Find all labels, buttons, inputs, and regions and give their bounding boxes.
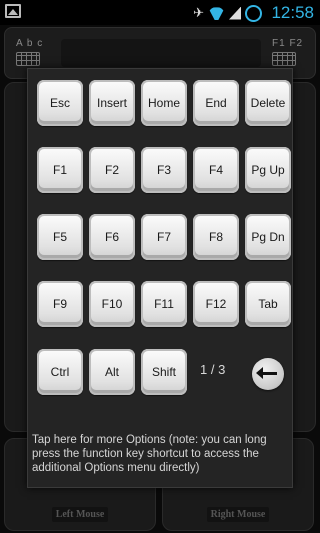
key-f6[interactable]: F6 — [89, 214, 135, 260]
left-mouse-label: Left Mouse — [51, 507, 109, 522]
key-f2[interactable]: F2 — [89, 147, 135, 193]
clock: 12:58 — [271, 3, 314, 22]
key-f8[interactable]: F8 — [193, 214, 239, 260]
back-arrow-icon — [256, 367, 277, 379]
mute-icon: ✈ — [193, 5, 204, 20]
page-indicator: 1 / 3 — [200, 362, 226, 377]
status-bar: ✈ 12:58 — [0, 0, 320, 25]
sync-ring-icon — [245, 4, 262, 22]
key-f10[interactable]: F10 — [89, 281, 135, 327]
key-f11[interactable]: F11 — [141, 281, 187, 327]
key-ctrl[interactable]: Ctrl — [37, 349, 83, 395]
key-insert[interactable]: Insert — [89, 80, 135, 126]
keyboard-icon — [16, 52, 40, 66]
key-home[interactable]: Home — [141, 80, 187, 126]
keyboard-toggle-label: A b c — [16, 38, 44, 49]
key-esc[interactable]: Esc — [37, 80, 83, 126]
key-tab[interactable]: Tab — [245, 281, 291, 327]
key-pg-up[interactable]: Pg Up — [245, 147, 291, 193]
key-pg-dn[interactable]: Pg Dn — [245, 214, 291, 260]
function-keys-button[interactable]: F1 F2 — [272, 38, 304, 70]
key-f12[interactable]: F12 — [193, 281, 239, 327]
key-f4[interactable]: F4 — [193, 147, 239, 193]
key-f3[interactable]: F3 — [141, 147, 187, 193]
key-end[interactable]: End — [193, 80, 239, 126]
key-shift[interactable]: Shift — [141, 349, 187, 395]
more-options-link[interactable]: Tap here for more Options (note: you can… — [32, 433, 290, 475]
text-input-bar[interactable] — [61, 39, 261, 67]
status-icons: ✈ — [193, 4, 262, 22]
keyboard-toggle-button[interactable]: A b c — [16, 38, 48, 70]
key-f5[interactable]: F5 — [37, 214, 83, 260]
right-mouse-label: Right Mouse — [206, 507, 270, 522]
key-delete[interactable]: Delete — [245, 80, 291, 126]
wifi-icon — [208, 7, 225, 20]
key-f7[interactable]: F7 — [141, 214, 187, 260]
back-button[interactable] — [252, 358, 284, 390]
key-f1[interactable]: F1 — [37, 147, 83, 193]
key-alt[interactable]: Alt — [89, 349, 135, 395]
function-keyboard-icon — [272, 52, 296, 66]
function-keys-label: F1 F2 — [272, 38, 304, 49]
function-keys-popup: Esc Insert Home End Delete F1 F2 F3 F4 P… — [27, 68, 293, 488]
signal-icon — [229, 6, 241, 20]
key-f9[interactable]: F9 — [37, 281, 83, 327]
image-notification-icon — [5, 4, 21, 18]
